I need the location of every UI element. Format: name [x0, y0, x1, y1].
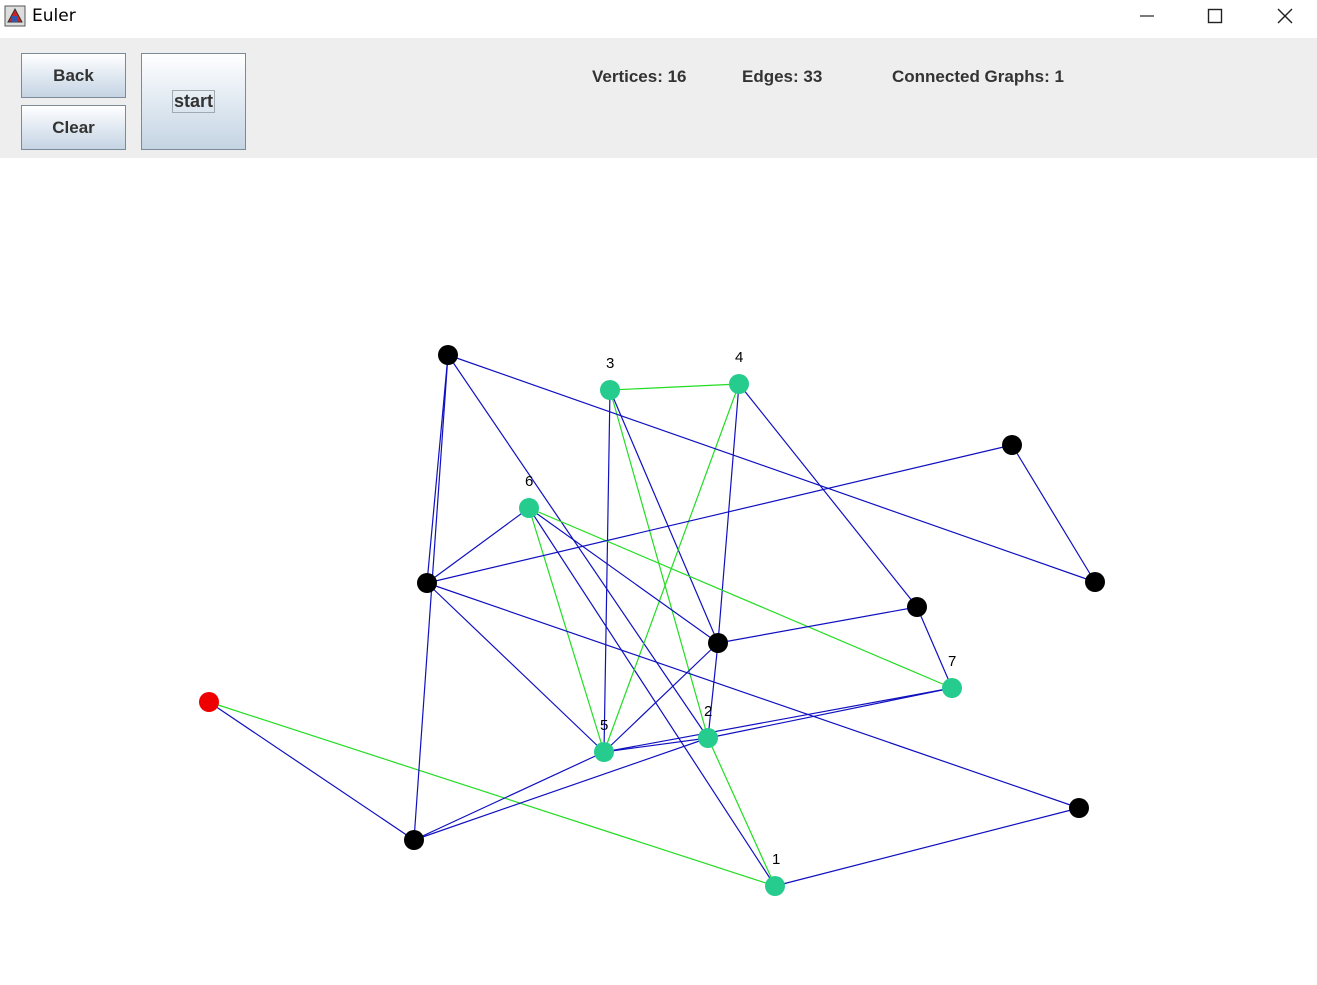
vertex-label-v2: 2	[704, 703, 712, 720]
java-app-icon	[4, 5, 26, 27]
vertex-A[interactable]	[438, 345, 458, 365]
vertex-G[interactable]	[1085, 572, 1105, 592]
vertex-E[interactable]	[708, 633, 728, 653]
vertex-label-v7: 7	[948, 653, 956, 670]
vertex-H[interactable]	[1069, 798, 1089, 818]
clear-button[interactable]: Clear	[21, 105, 126, 150]
edge-red-D	[208, 701, 415, 841]
edge-A-C	[426, 354, 449, 584]
edge-v6-v7	[528, 507, 953, 689]
vertex-v3[interactable]	[600, 380, 620, 400]
edge-v2-E	[707, 642, 719, 739]
edge-v3-v5	[603, 389, 611, 753]
edge-E-F	[717, 606, 918, 644]
edge-v2-v3	[609, 389, 709, 739]
vertex-red[interactable]	[199, 692, 219, 712]
back-button[interactable]: Back	[21, 53, 126, 98]
start-button-label: start	[171, 90, 215, 113]
connected-graphs-count: Connected Graphs: 1	[892, 67, 1064, 86]
vertex-F[interactable]	[907, 597, 927, 617]
title-bar: Euler	[0, 0, 1317, 32]
vertex-B[interactable]	[1002, 435, 1022, 455]
vertex-v4[interactable]	[729, 374, 749, 394]
edge-v5-v7	[603, 687, 953, 753]
vertex-label-v5: 5	[600, 717, 608, 734]
edge-A-G	[447, 354, 1096, 583]
vertex-label-v3: 3	[606, 355, 614, 372]
edge-C-B	[426, 444, 1013, 584]
edge-v4-F	[738, 383, 918, 608]
edge-v6-C	[426, 507, 530, 584]
start-button[interactable]: start	[141, 53, 246, 150]
edge-red-v1	[208, 701, 776, 887]
vertex-v5[interactable]	[594, 742, 614, 762]
edge-B-G	[1011, 444, 1096, 583]
vertex-v2[interactable]	[698, 728, 718, 748]
vertex-label-v4: 4	[735, 349, 743, 366]
edge-v1-v2	[707, 737, 776, 887]
maximize-button[interactable]	[1192, 0, 1238, 32]
edge-v2-v5	[603, 737, 709, 753]
edge-v5-D	[413, 751, 605, 841]
vertex-label-v6: 6	[525, 473, 533, 490]
close-icon	[1277, 8, 1293, 24]
vertex-label-v1: 1	[772, 851, 780, 868]
vertex-v7[interactable]	[942, 678, 962, 698]
edge-v2-D	[413, 737, 709, 841]
vertex-D[interactable]	[404, 830, 424, 850]
maximize-icon	[1207, 8, 1223, 24]
edge-v1-v6	[528, 507, 776, 887]
graph-canvas[interactable]: 1 2 3 4 5 6 7	[0, 158, 1317, 985]
vertex-v6[interactable]	[519, 498, 539, 518]
window-title: Euler	[32, 6, 76, 26]
edge-C-H	[426, 582, 1080, 809]
toolbar: Back Clear start Vertices: 16 Edges: 33 …	[0, 38, 1317, 158]
minimize-button[interactable]	[1123, 0, 1169, 32]
vertex-v1[interactable]	[765, 876, 785, 896]
edge-v2-A	[447, 354, 709, 739]
close-button[interactable]	[1262, 0, 1308, 32]
minimize-icon	[1140, 15, 1154, 17]
edge-v1-H	[774, 807, 1080, 887]
vertex-C[interactable]	[417, 573, 437, 593]
edge-v2-v7	[707, 687, 953, 739]
edge-v3-v4	[609, 383, 740, 391]
vertices-count: Vertices: 16	[592, 67, 687, 86]
edges-count: Edges: 33	[742, 67, 823, 86]
